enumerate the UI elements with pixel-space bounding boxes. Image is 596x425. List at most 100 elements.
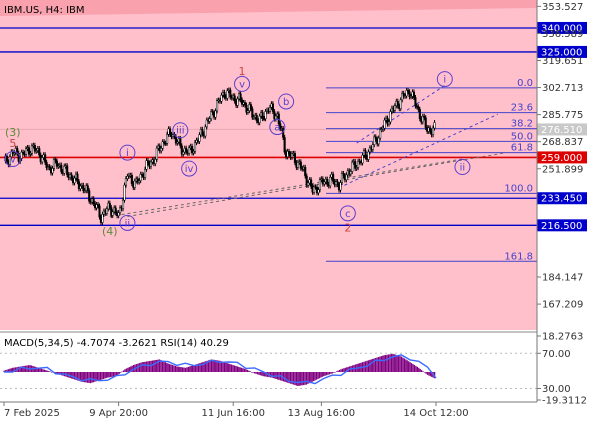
- macd-bar: [167, 363, 169, 372]
- macd-bar: [166, 362, 168, 372]
- macd-bar: [222, 361, 224, 372]
- macd-bar: [109, 372, 112, 378]
- wave-label-degree: (4): [102, 225, 118, 238]
- wave-label-major: 2: [344, 222, 351, 235]
- macd-bar: [313, 372, 315, 382]
- macd-bar: [369, 359, 371, 372]
- candle-body: [418, 109, 421, 119]
- macd-bar: [285, 372, 287, 383]
- candle-body: [182, 151, 185, 155]
- macd-bar: [341, 368, 344, 372]
- candle-body: [364, 150, 367, 158]
- macd-bar: [88, 372, 90, 383]
- macd-bar: [40, 368, 43, 372]
- candle-body: [201, 129, 204, 135]
- candle-body: [293, 153, 296, 163]
- candle-body: [304, 167, 307, 177]
- price-tick-label: 268.837: [542, 137, 583, 148]
- macd-bar: [413, 365, 416, 372]
- macd-bar: [320, 372, 322, 378]
- macd-bar: [249, 371, 251, 372]
- candle-body: [117, 212, 120, 216]
- macd-bar: [387, 354, 390, 372]
- macd-bar: [163, 361, 165, 372]
- candle-body: [126, 176, 129, 179]
- macd-bar: [338, 369, 341, 372]
- candle-body: [361, 155, 364, 164]
- candle-body: [204, 126, 207, 137]
- macd-bar: [183, 367, 185, 372]
- candle-body: [345, 174, 348, 181]
- candle-body: [63, 165, 66, 174]
- macd-bar: [187, 366, 190, 372]
- macd-bar: [246, 369, 249, 372]
- macd-bar: [124, 369, 126, 372]
- candle-body: [264, 111, 267, 119]
- price-tick-label: 319.651: [542, 56, 583, 67]
- candle-body: [82, 185, 85, 191]
- macd-bar: [49, 371, 51, 373]
- level-tag-label: 233.450: [541, 194, 582, 205]
- macd-bar: [403, 358, 406, 372]
- macd-bar: [71, 372, 73, 379]
- macd-bar: [238, 366, 240, 372]
- candle-body: [283, 137, 286, 153]
- candle-body: [261, 112, 264, 119]
- macd-bar: [272, 372, 274, 379]
- macd-bar: [256, 372, 259, 375]
- candle-body: [299, 161, 302, 169]
- macd-bar: [258, 372, 260, 375]
- candle-body: [387, 121, 391, 125]
- macd-bar: [426, 372, 429, 375]
- candle-body: [123, 184, 126, 201]
- candle-body: [70, 174, 73, 179]
- candle-body: [124, 178, 128, 186]
- macd-bar: [377, 357, 380, 372]
- candle-body: [351, 161, 354, 172]
- candle-body: [310, 179, 313, 187]
- price-tick-label: 285.775: [542, 110, 583, 121]
- macd-bar: [143, 361, 145, 372]
- macd-bar: [399, 356, 401, 372]
- macd-bar: [382, 355, 384, 372]
- price-tick-label: 167.209: [542, 300, 583, 311]
- candle-body: [258, 115, 261, 123]
- macd-bar: [171, 365, 174, 372]
- candle-body: [236, 98, 239, 106]
- macd-bar: [416, 366, 418, 372]
- macd-bar: [241, 367, 243, 372]
- candle-body: [243, 102, 247, 106]
- candle-body: [133, 180, 136, 188]
- candle-body: [377, 137, 380, 145]
- candle-body: [417, 106, 420, 110]
- macd-bar: [164, 362, 166, 372]
- macd-bar: [415, 365, 417, 372]
- macd-bar: [120, 372, 122, 373]
- candle-body: [111, 211, 114, 216]
- macd-bar: [46, 370, 48, 372]
- macd-bar: [323, 372, 325, 377]
- candle-body: [323, 181, 326, 185]
- candle-body: [255, 115, 258, 122]
- macd-bar: [317, 372, 319, 379]
- macd-bar: [425, 372, 427, 374]
- level-tag-label: 259.000: [541, 153, 582, 164]
- candle-body: [429, 127, 432, 132]
- wave-label: ii: [460, 162, 466, 173]
- macd-bar: [125, 368, 128, 372]
- candle-body: [339, 182, 342, 191]
- macd-bar: [245, 369, 247, 372]
- candle-body: [432, 127, 435, 136]
- chart-canvas: 340.000325.000259.000233.450216.500276.5…: [0, 0, 587, 419]
- wave-label: i: [126, 148, 129, 159]
- macd-bar: [145, 361, 148, 372]
- macd-bar: [177, 366, 179, 372]
- macd-bar: [85, 372, 87, 383]
- macd-bar: [225, 362, 227, 372]
- macd-bar: [259, 372, 262, 376]
- candle-body: [38, 148, 41, 156]
- macd-bar: [429, 372, 431, 377]
- macd-bar: [397, 355, 400, 372]
- candle-body: [51, 168, 54, 174]
- wave-label: v: [10, 155, 16, 166]
